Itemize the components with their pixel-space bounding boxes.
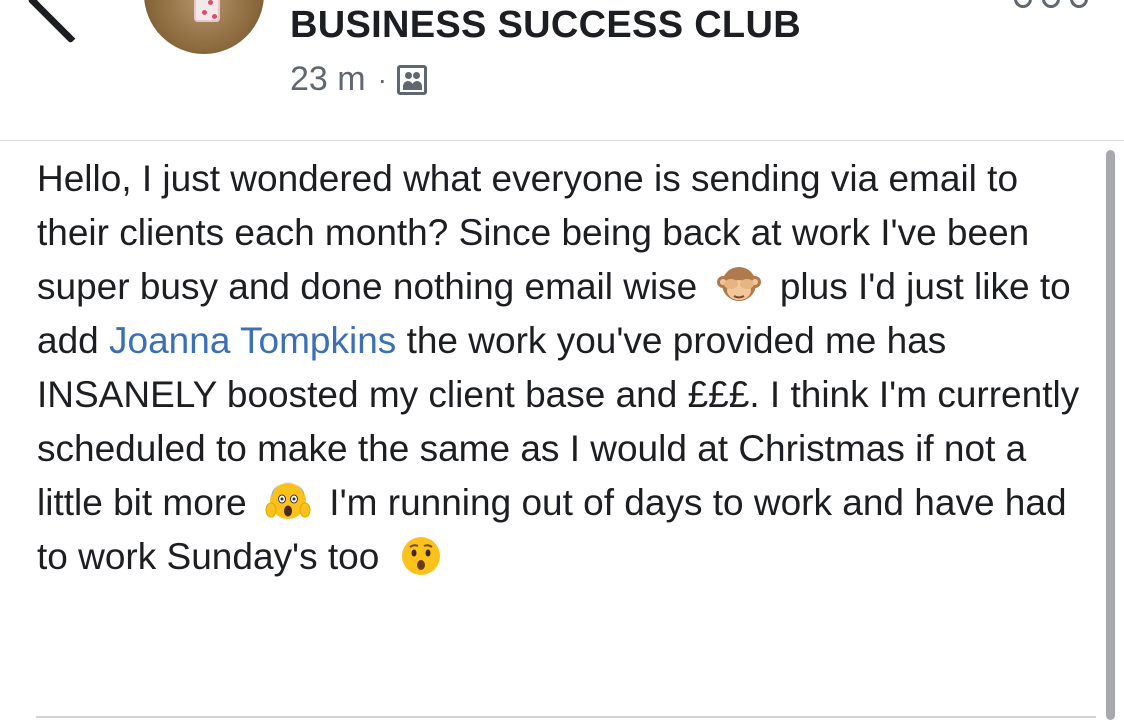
face-screaming-in-fear-icon (263, 476, 313, 526)
group-avatar[interactable] (144, 0, 264, 54)
scrollbar[interactable] (1106, 150, 1115, 720)
group-name[interactable]: BUSINESS SUCCESS CLUB (290, 4, 801, 47)
post-header: BUSINESS SUCCESS CLUB 23 m · (0, 0, 1124, 141)
see-no-evil-monkey-icon (714, 260, 764, 310)
post-divider (36, 716, 1096, 718)
post-text: Hello, I just wondered what everyone is … (37, 152, 1097, 585)
group-audience-icon (396, 64, 427, 95)
mention-link[interactable]: Joanna Tompkins (109, 320, 396, 361)
post-meta: 23 m · (290, 60, 427, 99)
post-timestamp[interactable]: 23 m (290, 60, 366, 99)
meta-separator: · (377, 63, 387, 95)
avatar-figure (194, 0, 220, 22)
back-chevron-icon[interactable] (27, 0, 114, 44)
more-options-icon[interactable] (1014, 0, 1088, 8)
hushed-face-icon (396, 531, 446, 581)
